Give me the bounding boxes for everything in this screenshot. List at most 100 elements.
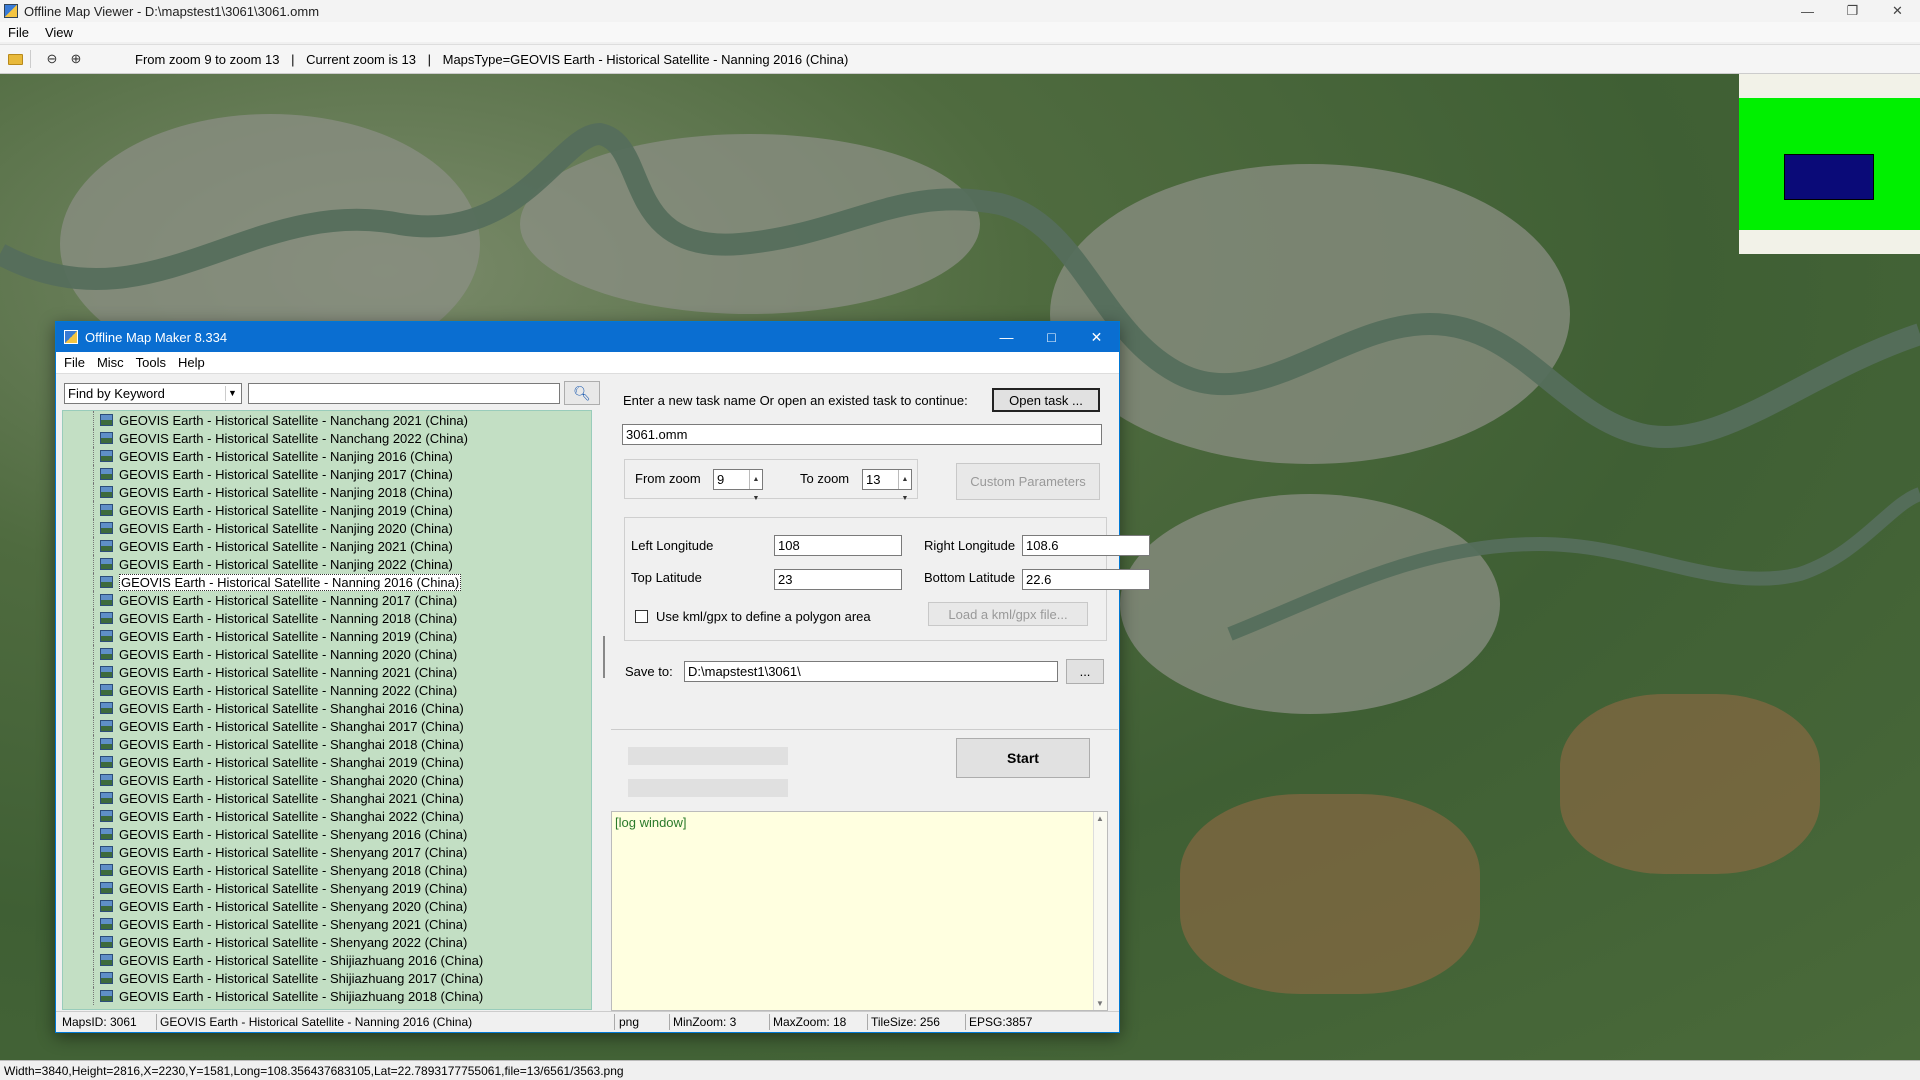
map-source-tree[interactable]: GEOVIS Earth - Historical Satellite - Na… (62, 410, 592, 1010)
menu-misc[interactable]: Misc (97, 355, 124, 370)
menu-file[interactable]: File (64, 355, 85, 370)
tree-item[interactable]: GEOVIS Earth - Historical Satellite - Na… (63, 555, 591, 573)
tree-item[interactable]: GEOVIS Earth - Historical Satellite - Sh… (63, 771, 591, 789)
tree-item[interactable]: GEOVIS Earth - Historical Satellite - Sh… (63, 951, 591, 969)
tree-item[interactable]: GEOVIS Earth - Historical Satellite - Sh… (63, 969, 591, 987)
task-name-input[interactable]: 3061.omm (622, 424, 1102, 445)
tree-item[interactable]: GEOVIS Earth - Historical Satellite - Na… (63, 429, 591, 447)
map-tile-icon (100, 540, 113, 552)
left-longitude-input[interactable]: 108 (774, 535, 902, 556)
tree-item[interactable]: GEOVIS Earth - Historical Satellite - Sh… (63, 789, 591, 807)
log-window[interactable]: [log window] ▲ ▼ (611, 811, 1108, 1011)
tree-item[interactable]: GEOVIS Earth - Historical Satellite - Sh… (63, 717, 591, 735)
map-tile-icon (100, 702, 113, 714)
stepper-arrows-icon[interactable]: ▲ ▼ (749, 470, 762, 502)
tree-item[interactable]: GEOVIS Earth - Historical Satellite - Sh… (63, 915, 591, 933)
current-zoom-text: Current zoom is 13 (306, 51, 416, 67)
tree-item-label: GEOVIS Earth - Historical Satellite - Sh… (119, 790, 464, 806)
bottom-latitude-input[interactable]: 22.6 (1022, 569, 1150, 590)
tree-item-label: GEOVIS Earth - Historical Satellite - Na… (119, 610, 458, 626)
tree-item[interactable]: GEOVIS Earth - Historical Satellite - Sh… (63, 861, 591, 879)
close-icon[interactable]: ✕ (1074, 322, 1119, 352)
tree-item[interactable]: GEOVIS Earth - Historical Satellite - Na… (63, 519, 591, 537)
tree-item[interactable]: GEOVIS Earth - Historical Satellite - Na… (63, 663, 591, 681)
from-zoom-stepper[interactable]: 9 ▲ ▼ (713, 469, 763, 502)
dialog-titlebar[interactable]: Offline Map Maker 8.334 — □ ✕ (56, 322, 1119, 352)
right-longitude-input[interactable]: 108.6 (1022, 535, 1150, 556)
tree-item[interactable]: GEOVIS Earth - Historical Satellite - Na… (63, 609, 591, 627)
tree-item[interactable]: GEOVIS Earth - Historical Satellite - Na… (63, 645, 591, 663)
tree-item[interactable]: GEOVIS Earth - Historical Satellite - Na… (63, 627, 591, 645)
tree-item[interactable]: GEOVIS Earth - Historical Satellite - Sh… (63, 879, 591, 897)
map-source-panel: Find by Keyword ▼ 🔍︎ GEOVIS Earth - Hist… (56, 374, 601, 1011)
format-status: png (619, 1015, 640, 1029)
tree-item[interactable]: GEOVIS Earth - Historical Satellite - Sh… (63, 807, 591, 825)
tree-item[interactable]: GEOVIS Earth - Historical Satellite - Na… (63, 537, 591, 555)
tree-item-label: GEOVIS Earth - Historical Satellite - Na… (119, 646, 458, 662)
zoom-out-icon[interactable]: ⊖ (43, 50, 61, 68)
tree-item[interactable]: GEOVIS Earth - Historical Satellite - Na… (63, 501, 591, 519)
tree-item[interactable]: GEOVIS Earth - Historical Satellite - Sh… (63, 897, 591, 915)
tree-item[interactable]: GEOVIS Earth - Historical Satellite - Na… (63, 465, 591, 483)
open-folder-icon[interactable] (6, 50, 24, 68)
zoom-in-icon[interactable]: ⊕ (67, 50, 85, 68)
minimize-icon[interactable]: — (984, 322, 1029, 352)
tree-item[interactable]: GEOVIS Earth - Historical Satellite - Sh… (63, 735, 591, 753)
load-kml-button[interactable]: Load a kml/gpx file... (928, 602, 1088, 626)
scroll-up-icon[interactable]: ▲ (1096, 814, 1104, 823)
tree-item[interactable]: GEOVIS Earth - Historical Satellite - Na… (63, 447, 591, 465)
start-button[interactable]: Start (956, 738, 1090, 778)
map-tile-icon (100, 414, 113, 426)
search-button[interactable]: 🔍︎ (564, 381, 600, 405)
custom-parameters-button[interactable]: Custom Parameters (956, 463, 1100, 500)
chevron-down-icon[interactable]: ▼ (225, 386, 239, 401)
tree-item-label: GEOVIS Earth - Historical Satellite - Sh… (119, 718, 464, 734)
viewer-menu-view[interactable]: View (45, 25, 73, 40)
tree-item-label: GEOVIS Earth - Historical Satellite - Sh… (119, 826, 468, 842)
tree-item[interactable]: GEOVIS Earth - Historical Satellite - Na… (63, 483, 591, 501)
log-scrollbar[interactable]: ▲ ▼ (1093, 812, 1107, 1010)
overview-minimap[interactable] (1739, 74, 1920, 254)
minimize-icon[interactable]: — (1785, 0, 1830, 22)
tree-item[interactable]: GEOVIS Earth - Historical Satellite - Na… (63, 681, 591, 699)
tree-item[interactable]: GEOVIS Earth - Historical Satellite - Sh… (63, 753, 591, 771)
menu-tools[interactable]: Tools (136, 355, 166, 370)
restore-icon[interactable]: ❐ (1830, 0, 1875, 22)
open-task-button[interactable]: Open task ... (992, 388, 1100, 412)
map-tile-icon (100, 720, 113, 732)
top-latitude-input[interactable]: 23 (774, 569, 902, 590)
map-tile-icon (100, 504, 113, 516)
stepper-arrows-icon[interactable]: ▲ ▼ (898, 470, 911, 502)
tree-item[interactable]: GEOVIS Earth - Historical Satellite - Sh… (63, 825, 591, 843)
browse-button[interactable]: ... (1066, 659, 1104, 684)
tree-item-label: GEOVIS Earth - Historical Satellite - Sh… (119, 700, 464, 716)
map-tile-icon (100, 630, 113, 642)
tree-item[interactable]: GEOVIS Earth - Historical Satellite - Na… (63, 591, 591, 609)
map-tile-icon (100, 792, 113, 804)
tree-item-label: GEOVIS Earth - Historical Satellite - Na… (119, 573, 462, 591)
tree-item[interactable]: GEOVIS Earth - Historical Satellite - Sh… (63, 699, 591, 717)
find-mode-select[interactable]: Find by Keyword ▼ (64, 383, 242, 404)
to-zoom-stepper[interactable]: 13 ▲ ▼ (862, 469, 912, 502)
tree-item[interactable]: GEOVIS Earth - Historical Satellite - Sh… (63, 987, 591, 1005)
find-mode-value: Find by Keyword (68, 386, 165, 401)
to-zoom-label: To zoom (800, 471, 850, 486)
tree-item[interactable]: GEOVIS Earth - Historical Satellite - Sh… (63, 843, 591, 861)
splitter-grip[interactable] (603, 636, 605, 678)
scroll-down-icon[interactable]: ▼ (1096, 999, 1104, 1008)
viewer-titlebar: Offline Map Viewer - D:\mapstest1\3061\3… (0, 0, 1920, 22)
kml-polygon-checkbox[interactable] (635, 610, 648, 623)
tree-item[interactable]: GEOVIS Earth - Historical Satellite - Na… (63, 411, 591, 429)
menu-help[interactable]: Help (178, 355, 205, 370)
close-icon[interactable]: ✕ (1875, 0, 1920, 22)
search-input[interactable] (248, 383, 560, 404)
tree-item[interactable]: GEOVIS Earth - Historical Satellite - Sh… (63, 933, 591, 951)
save-to-input[interactable]: D:\mapstest1\3061\ (684, 661, 1058, 682)
maximize-icon[interactable]: □ (1029, 322, 1074, 352)
overview-viewport-box[interactable] (1784, 154, 1874, 200)
map-tile-icon (100, 954, 113, 966)
panel-splitter[interactable] (601, 374, 606, 1011)
tree-item[interactable]: GEOVIS Earth - Historical Satellite - Na… (63, 573, 591, 591)
toolbar-divider: | (427, 51, 431, 67)
viewer-menu-file[interactable]: File (8, 25, 29, 40)
